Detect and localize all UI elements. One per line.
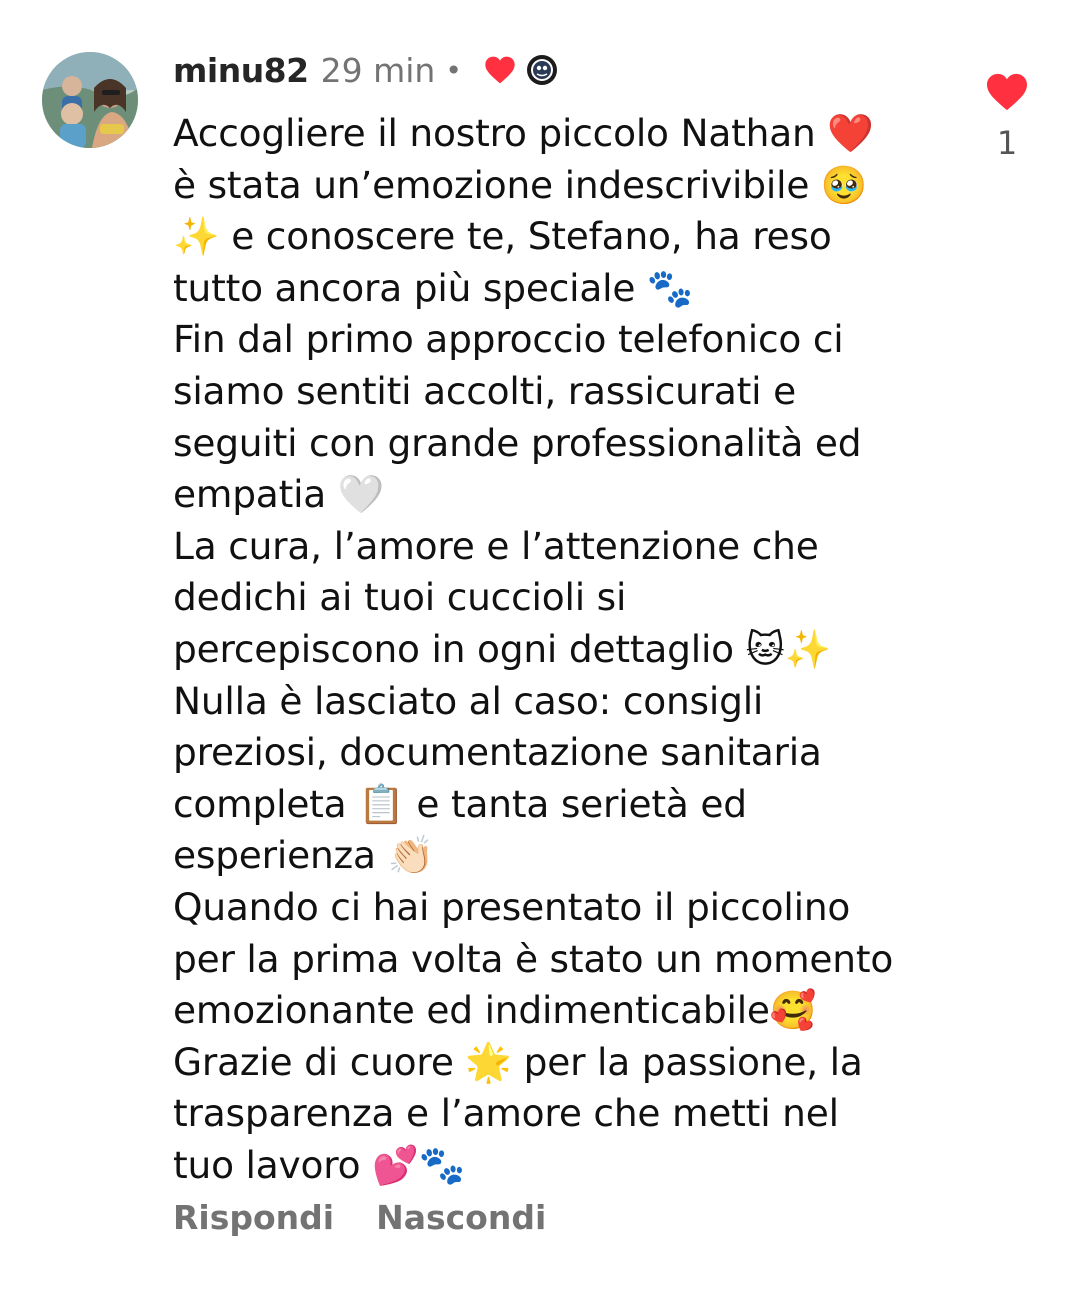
comment-text-line: dedichi ai tuoi cuccioli si: [173, 575, 627, 620]
like-heart-icon[interactable]: [985, 72, 1029, 112]
comment-text-line: tutto ancora più speciale 🐾: [173, 265, 694, 310]
comment-text-line: trasparenza e l’amore che metti nel: [173, 1091, 839, 1136]
comment-text-line: Fin dal primo approccio telefonico ci: [173, 317, 844, 362]
comment-text-line: siamo sentiti accolti, rassicurati e: [173, 368, 796, 413]
comment-text-line: percepiscono in ogni dettaglio 🐱✨: [173, 626, 832, 671]
comment-text-line: Quando ci hai presentato il piccolino: [173, 884, 851, 929]
comment-actions: Rispondi Nascondi: [173, 1198, 588, 1237]
comment-text-line: seguiti con grande professionalità ed: [173, 420, 862, 465]
reply-button[interactable]: Rispondi: [173, 1198, 334, 1237]
comment-text-line: ✨ e conoscere te, Stefano, ha reso: [173, 214, 832, 259]
comment-text-line: La cura, l’amore e l’attenzione che: [173, 523, 819, 568]
creator-liked-heart-icon: [484, 55, 516, 85]
timestamp: 29 min: [320, 50, 436, 90]
like-count: 1: [996, 124, 1018, 162]
comment-text-line: empatia 🤍: [173, 472, 385, 517]
hide-button[interactable]: Nascondi: [376, 1198, 546, 1237]
comment-text-line: Grazie di cuore 🌟 per la passione, la: [173, 1039, 863, 1084]
comment-text-line: per la prima volta è stato un momento: [173, 936, 894, 981]
comment-text-line: preziosi, documentazione sanitaria: [173, 730, 822, 775]
username[interactable]: minu82: [173, 51, 309, 90]
comment-item: minu82 29 min • Accogliere il nostro pic…: [0, 0, 1080, 1291]
comment-text-line: Nulla è lasciato al caso: consigli: [173, 678, 764, 723]
comment-text: Accogliere il nostro piccolo Nathan ❤️ è …: [173, 108, 953, 1191]
avatar[interactable]: [42, 52, 138, 148]
creator-avatar-icon: [526, 54, 558, 86]
separator-dot: •: [445, 53, 462, 87]
comment-text-line: completa 📋 e tanta serietà ed: [173, 781, 747, 826]
comment-header: minu82 29 min •: [173, 48, 558, 92]
comment-text-line: esperienza 👏🏻: [173, 833, 435, 878]
comment-text-line: Accogliere il nostro piccolo Nathan ❤️: [173, 111, 874, 155]
comment-text-line: tuo lavoro 💕🐾: [173, 1142, 466, 1187]
comment-text-line: è stata un’emozione indescrivibile 🥹: [173, 162, 868, 207]
comment-text-line: emozionante ed indimenticabile🥰: [173, 988, 817, 1033]
like-column: 1: [976, 72, 1038, 162]
